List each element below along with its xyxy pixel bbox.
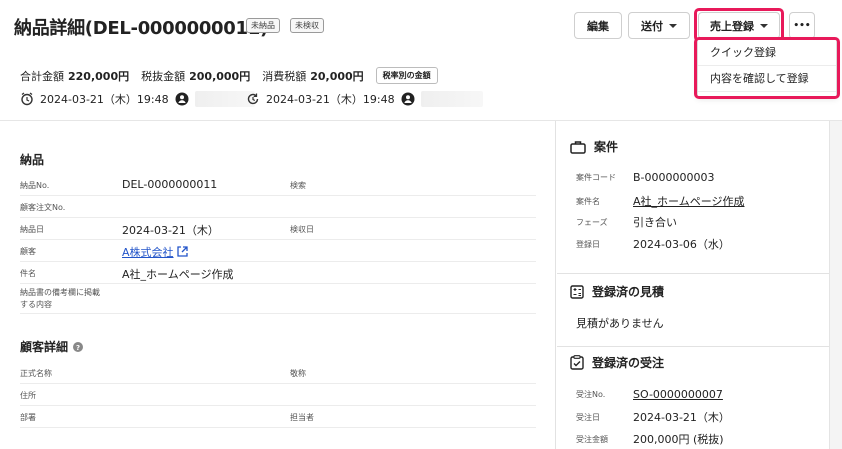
project-row: 案件コード B-0000000003 — [576, 171, 715, 184]
estimates-card-title: 登録済の見積 — [592, 285, 665, 299]
send-button[interactable]: 送付 — [628, 12, 690, 39]
menu-item-confirm-register[interactable]: 内容を確認して登録 — [698, 66, 836, 92]
project-row: 案件名 A社_ホームページ作成 — [576, 193, 745, 209]
detail-row: 顧客注文No. — [20, 196, 536, 218]
clipboard-check-icon — [570, 355, 584, 370]
page-title: 納品詳細(DEL-0000000011) — [14, 18, 268, 39]
detail-row: 納品No. DEL-0000000011 検索 — [20, 174, 536, 196]
project-row: フェーズ 引き合い — [576, 216, 677, 229]
tax-rate-breakdown-button[interactable]: 税率別の金額 — [375, 67, 438, 84]
chevron-down-icon — [669, 23, 677, 28]
briefcase-icon — [570, 140, 586, 154]
detail-row: 顧客 A株式会社 — [20, 240, 536, 262]
detail-row: 住所 — [20, 384, 536, 406]
detail-row-note: 納品書の備考欄に掲載 する内容 — [20, 284, 536, 314]
delivery-section-title: 納品 — [20, 153, 45, 167]
menu-item-quick-register[interactable]: クイック登録 — [698, 40, 836, 66]
detail-row: 納品日 2024-03-21（木） 検収日 — [20, 218, 536, 240]
status-badge-delivery: 未納品 — [246, 18, 280, 33]
updated-datetime: 2024-03-21（木）19:48 — [266, 93, 395, 106]
customer-link[interactable]: A株式会社 — [122, 246, 174, 259]
project-card-title: 案件 — [594, 140, 619, 154]
total-amount: 220,000円 — [68, 69, 130, 83]
created-datetime: 2024-03-21（木）19:48 — [40, 93, 169, 106]
edit-button[interactable]: 編集 — [574, 12, 622, 39]
chevron-down-icon — [760, 23, 768, 28]
tax-amount: 20,000円 — [310, 69, 364, 83]
calculator-icon — [570, 284, 584, 299]
svg-text:?: ? — [76, 344, 80, 352]
main-panel: 納品 納品No. DEL-0000000011 検索 顧客注文No. 納品日 2… — [2, 121, 556, 449]
scrollbar[interactable] — [829, 121, 842, 449]
customer-section-title: 顧客詳細 ? — [20, 338, 84, 355]
updated-by-redacted — [420, 91, 483, 107]
created-info: 2024-03-21（木）19:48 — [20, 91, 255, 107]
orders-card: 登録済の受注 受注No. SO-0000000007 受注日 2024-03-21（… — [557, 347, 829, 449]
sales-register-menu: クイック登録 内容を確認して登録 — [697, 39, 837, 97]
project-row: 登録日 2024-03-06（水） — [576, 238, 730, 251]
sales-register-button[interactable]: 売上登録 — [698, 12, 780, 39]
update-clock-icon — [247, 93, 259, 105]
alarm-clock-icon — [21, 92, 33, 106]
help-icon[interactable]: ? — [73, 341, 84, 352]
user-icon — [401, 92, 415, 106]
estimates-empty-text: 見積がありません — [576, 317, 664, 330]
order-row: 受注No. SO-0000000007 — [576, 388, 723, 401]
order-number-link[interactable]: SO-0000000007 — [633, 388, 723, 401]
order-row: 受注金額 200,000円 (税抜) — [576, 433, 724, 446]
side-panel: 案件 案件コード B-0000000003 案件名 A社_ホームページ作成 フェーズ… — [557, 121, 829, 449]
status-badge-inspection: 未検収 — [290, 18, 324, 33]
pretax-amount: 200,000円 — [189, 69, 251, 83]
order-row: 受注日 2024-03-21（木） — [576, 411, 730, 424]
project-card: 案件 案件コード B-0000000003 案件名 A社_ホームページ作成 フェーズ… — [557, 121, 829, 274]
project-name-link[interactable]: A社_ホームページ作成 — [633, 193, 744, 209]
updated-info: 2024-03-21（木）19:48 — [246, 91, 483, 107]
more-options-button[interactable]: ••• — [789, 12, 815, 39]
totals-summary: 合計金額 220,000円 税抜金額 200,000円 消費税額 20,000円… — [20, 67, 438, 84]
detail-row: 部署 担当者 — [20, 406, 536, 428]
detail-row: 正式名称 敬称 — [20, 362, 536, 384]
detail-row: 件名 A社_ホームページ作成 — [20, 262, 536, 284]
user-icon — [175, 92, 189, 106]
estimates-card: 登録済の見積 見積がありません — [557, 274, 829, 347]
external-link-icon[interactable] — [177, 246, 188, 257]
orders-card-title: 登録済の受注 — [592, 356, 665, 370]
